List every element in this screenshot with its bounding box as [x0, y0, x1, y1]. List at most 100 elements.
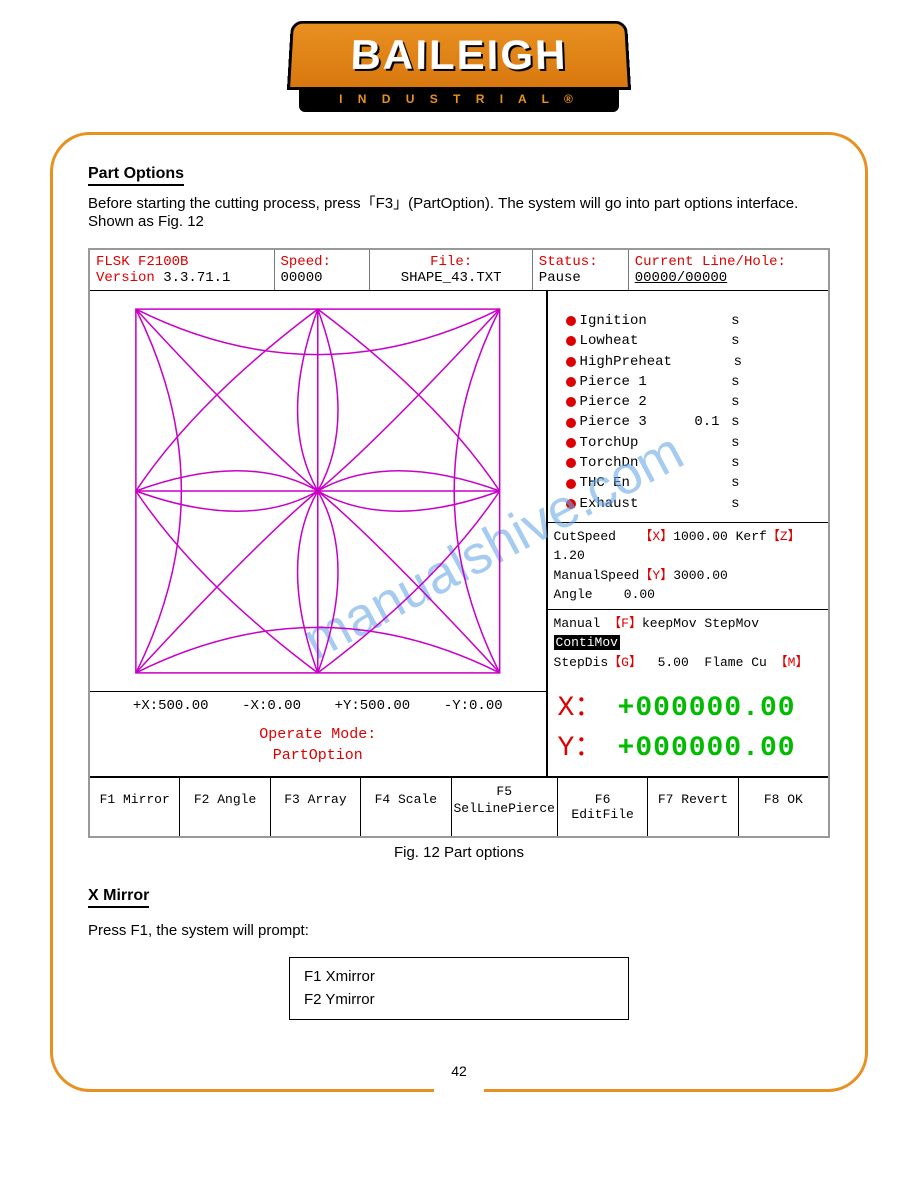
- operate-mode: Operate Mode: PartOption: [90, 720, 546, 776]
- flame-label: Flame Cu: [704, 655, 766, 670]
- logo: BAILEIGH I N D U S T R I A L ®: [0, 0, 918, 122]
- status-label: Pierce 2: [580, 392, 670, 412]
- status-dot-icon: [566, 377, 576, 387]
- dro-x-label: X：: [558, 684, 618, 724]
- status-dot-icon: [566, 479, 576, 489]
- status-unit: s: [722, 352, 742, 372]
- speed-label: Speed:: [281, 254, 364, 270]
- model-label: FLSK F2100B: [96, 254, 268, 270]
- status-dot-icon: [566, 458, 576, 468]
- section-text: Before starting the cutting process, pre…: [88, 192, 830, 230]
- status-label: TorchUp: [580, 433, 670, 453]
- screen-header: FLSK F2100B Version 3.3.71.1 Speed: 0000…: [90, 250, 828, 291]
- status-row: HighPreheat s: [566, 352, 810, 372]
- fkey-f4[interactable]: F4 Scale: [361, 778, 451, 836]
- status-unit: s: [720, 392, 740, 412]
- speed-value: 00000: [281, 270, 364, 286]
- manual-label: Manual: [554, 616, 601, 631]
- status-dot-icon: [566, 316, 576, 326]
- fkey-f8[interactable]: F8 OK: [739, 778, 828, 836]
- status-unit: s: [720, 453, 740, 473]
- mirror-option-x[interactable]: F1 Xmirror: [304, 966, 614, 989]
- opmode-label: Operate Mode:: [90, 724, 546, 745]
- file-label: File:: [376, 254, 525, 270]
- status-dot-icon: [566, 397, 576, 407]
- status-unit: s: [720, 412, 740, 432]
- fkey-f7[interactable]: F7 Revert: [648, 778, 738, 836]
- function-key-bar: F1 MirrorF2 AngleF3 ArrayF4 ScaleF5SelLi…: [90, 776, 828, 836]
- status-dot-icon: [566, 336, 576, 346]
- coord-xm: -X:0.00: [242, 698, 301, 714]
- key-f[interactable]: 【F】: [608, 616, 642, 631]
- fkey-f3[interactable]: F3 Array: [271, 778, 361, 836]
- status-row: Lowheats: [566, 331, 810, 351]
- coord-yp: +Y:500.00: [335, 698, 411, 714]
- key-x[interactable]: 【X】: [639, 529, 673, 544]
- dro-panel: X：+000000.00 Y：+000000.00: [548, 676, 828, 772]
- status-unit: s: [720, 494, 740, 514]
- key-z[interactable]: 【Z】: [767, 529, 801, 544]
- status-dot-icon: [566, 438, 576, 448]
- status-row: TorchUp s: [566, 433, 810, 453]
- status-row: Pierce 2 s: [566, 392, 810, 412]
- key-g[interactable]: 【G】: [608, 655, 642, 670]
- kerf-val: 1.20: [554, 548, 585, 563]
- line-label: Current Line/Hole:: [635, 254, 822, 270]
- coord-ym: -Y:0.00: [444, 698, 503, 714]
- fkey-f5[interactable]: F5SelLinePierce: [452, 778, 558, 836]
- status-label: TorchDn: [580, 453, 670, 473]
- move-modes: keepMov StepMov: [642, 616, 759, 631]
- params-block-2: Manual 【F】keepMov StepMov ContiMov StepD…: [548, 609, 828, 677]
- coord-xp: +X:500.00: [133, 698, 209, 714]
- angle-val: 0.00: [624, 587, 655, 602]
- status-dot-icon: [566, 357, 576, 367]
- fkey-f6[interactable]: F6 EditFile: [558, 778, 648, 836]
- dro-y-label: Y：: [558, 724, 618, 764]
- manualspeed-label: ManualSpeed: [554, 568, 640, 583]
- params-block-1: CutSpeed 【X】1000.00 Kerf【Z】 1.20 ManualSp…: [548, 522, 828, 609]
- status-label: Lowheat: [580, 331, 670, 351]
- content-frame: Part Options Before starting the cutting…: [50, 132, 868, 1092]
- fkey-f2[interactable]: F2 Angle: [180, 778, 270, 836]
- status-row: Exhaust s: [566, 494, 810, 514]
- key-m[interactable]: 【M】: [775, 655, 809, 670]
- contimov-badge[interactable]: ContiMov: [554, 635, 620, 650]
- status-unit: s: [720, 433, 740, 453]
- status-label: Exhaust: [580, 494, 670, 514]
- version-value: 3.3.71.1: [163, 270, 230, 286]
- opmode-value: PartOption: [90, 745, 546, 766]
- status-row: Ignition s: [566, 311, 810, 331]
- figure-caption: Fig. 12 Part options: [88, 844, 830, 861]
- status-label: Pierce 3: [580, 412, 670, 432]
- mirror-title: X Mirror: [88, 887, 149, 908]
- fkey-f1[interactable]: F1 Mirror: [90, 778, 180, 836]
- kerf-label: Kerf: [736, 529, 767, 544]
- status-label: Ignition: [580, 311, 670, 331]
- cut-preview-canvas: [90, 291, 546, 691]
- status-row: TorchDn s: [566, 453, 810, 473]
- status-label: HighPreheat: [580, 352, 672, 372]
- cutspeed-label: CutSpeed: [554, 529, 616, 544]
- status-label: Status:: [539, 254, 622, 270]
- stepdis-label: StepDis: [554, 655, 609, 670]
- file-value: SHAPE_43.TXT: [376, 270, 525, 286]
- dro-y-value: +000000.00: [618, 733, 796, 764]
- key-y[interactable]: 【Y】: [639, 568, 673, 583]
- status-dot-icon: [566, 418, 576, 428]
- logo-name: BAILEIGH: [350, 31, 568, 79]
- status-row: Pierce 1s: [566, 372, 810, 392]
- cutspeed-val: 1000.00: [673, 529, 728, 544]
- stepdis-val: 5.00: [658, 655, 689, 670]
- version-label: Version: [96, 270, 155, 286]
- angle-label: Angle: [554, 587, 593, 602]
- status-unit: s: [720, 473, 740, 493]
- status-unit: s: [720, 372, 740, 392]
- status-unit: s: [720, 311, 740, 331]
- status-label: THC En: [580, 473, 670, 493]
- status-row: Pierce 30.1s: [566, 412, 810, 432]
- status-row: THC En s: [566, 473, 810, 493]
- line-value: 00000/00000: [635, 270, 822, 286]
- mirror-text: Press F1, the system will prompt:: [88, 922, 830, 939]
- mirror-option-y[interactable]: F2 Ymirror: [304, 989, 614, 1012]
- manualspeed-val: 3000.00: [673, 568, 728, 583]
